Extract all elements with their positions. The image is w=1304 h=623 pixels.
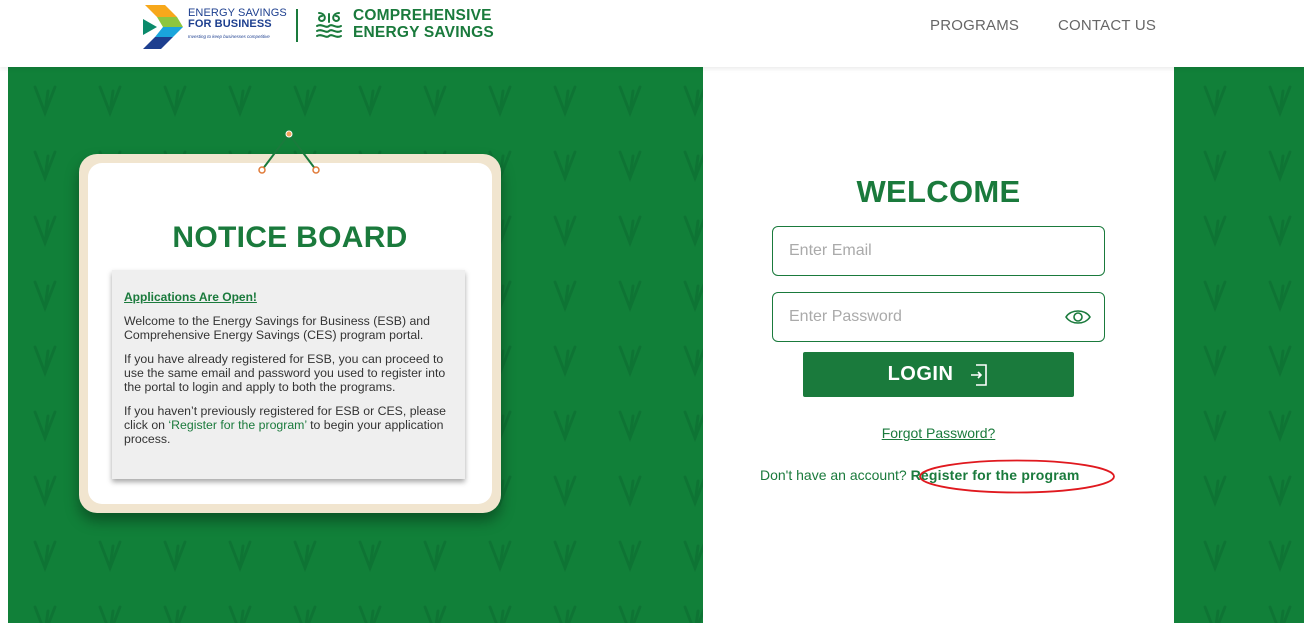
notice-paragraph-1: Welcome to the Energy Savings for Busine… (124, 314, 430, 342)
notice-paper: Applications Are Open! Welcome to the En… (112, 270, 465, 479)
notice-paragraph-2: If you have already registered for ESB, … (124, 352, 446, 394)
login-panel: WELCOME LOGIN Forgot Password? Don't hav… (703, 67, 1174, 623)
no-account-text: Don't have an account? (760, 467, 911, 483)
notice-board: NOTICE BOARD Applications Are Open! Welc… (79, 154, 501, 513)
register-link[interactable]: Register for the program (911, 467, 1080, 483)
login-button-label: LOGIN (887, 363, 954, 385)
password-field[interactable] (772, 292, 1105, 342)
notice-paragraph-3: If you haven’t previously registered for… (124, 404, 453, 446)
forgot-password-link[interactable]: Forgot Password? (703, 425, 1174, 441)
nav-contact-link[interactable]: CONTACT US (1058, 17, 1156, 34)
login-button[interactable]: LOGIN (803, 352, 1074, 397)
esb-logo-icon[interactable] (143, 5, 183, 49)
eye-icon[interactable] (1065, 308, 1091, 326)
esb-logo-text: ENERGY SAVINGS FOR BUSINESS Investing to… (188, 8, 287, 40)
esb-logo-line2: FOR BUSINESS (188, 18, 272, 30)
login-arrow-icon (971, 363, 988, 386)
welcome-heading: WELCOME (856, 174, 1021, 209)
notice-board-inner: NOTICE BOARD Applications Are Open! Welc… (88, 163, 492, 504)
register-row: Don't have an account? Register for the … (760, 467, 1080, 483)
ces-logo-line1: COMPREHENSIVE (353, 7, 492, 24)
email-field[interactable] (772, 226, 1105, 276)
esb-logo-tagline: Investing to keep businesses competitive (188, 34, 270, 39)
logo-divider (296, 9, 298, 42)
site-header: ENERGY SAVINGS FOR BUSINESS Investing to… (0, 0, 1304, 67)
nav-programs-link[interactable]: PROGRAMS (930, 17, 1019, 34)
ces-logo-line2: ENERGY SAVINGS (353, 23, 494, 41)
notice-register-reference: ‘Register for the program’ (168, 418, 307, 432)
notice-heading-link[interactable]: Applications Are Open! (124, 290, 453, 304)
swirl-leaf-icon[interactable] (315, 10, 343, 40)
board-hanger-icon (258, 130, 320, 174)
notice-board-title: NOTICE BOARD (172, 221, 408, 254)
ces-logo-text: COMPREHENSIVE ENERGY SAVINGS (353, 8, 494, 41)
